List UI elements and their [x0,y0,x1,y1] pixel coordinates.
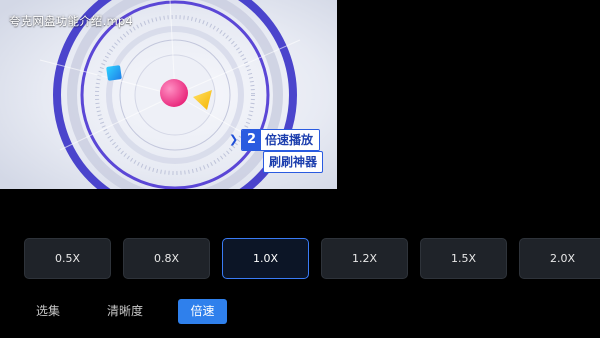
tab-episodes[interactable]: 选集 [24,299,72,324]
video-player[interactable]: 夸克网盘功能介绍.mp4 ❯ 2 倍速播放 刷刷神器 [0,0,337,189]
blue-cube [106,65,122,81]
promo-text-1: 倍速播放 [261,130,320,150]
promo-text-2: 刷刷神器 [263,151,324,173]
speed-options: 0.5X 0.8X 1.0X 1.2X 1.5X 2.0X [24,238,600,279]
speed-option-2.0x[interactable]: 2.0X [519,238,600,279]
speed-option-1.0x-selected[interactable]: 1.0X [222,238,309,279]
speed-option-0.8x[interactable]: 0.8X [123,238,210,279]
promo-banner: ❯ 2 倍速播放 刷刷神器 [229,129,333,174]
speed-option-1.5x[interactable]: 1.5X [420,238,507,279]
speed-option-0.5x[interactable]: 0.5X [24,238,111,279]
tab-speed[interactable]: 倍速 [178,299,227,324]
video-title: 夸克网盘功能介绍.mp4 [9,14,133,28]
speed-option-1.2x[interactable]: 1.2X [321,238,408,279]
pink-sphere [160,79,188,107]
tab-quality[interactable]: 清晰度 [100,299,150,324]
chevron-right-icon: ❯ [229,133,239,146]
promo-number: 2 [242,130,262,150]
promo-line-1: 2 倍速播放 [241,129,321,151]
